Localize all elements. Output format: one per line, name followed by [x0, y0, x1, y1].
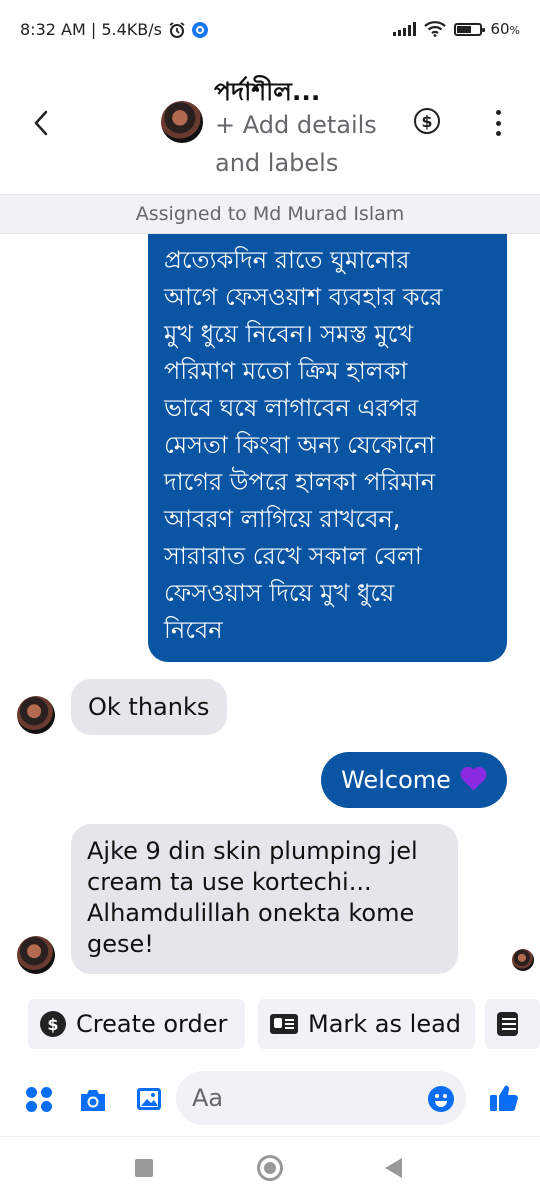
- incoming-message[interactable]: Ok thanks: [71, 679, 227, 735]
- sender-avatar[interactable]: [17, 936, 55, 974]
- mark-as-lead-button[interactable]: Mark as lead: [258, 999, 475, 1049]
- status-right: 60%: [393, 20, 520, 38]
- thumbs-up-icon[interactable]: [488, 1082, 520, 1114]
- dollar-icon: $: [421, 111, 433, 131]
- apps-icon[interactable]: [24, 1084, 54, 1114]
- add-details-link[interactable]: + Add details and labels: [215, 106, 405, 182]
- mark-as-lead-label: Mark as lead: [308, 1010, 462, 1038]
- assigned-banner: Assigned to Md Murad Islam: [0, 194, 540, 234]
- form-icon: [497, 1012, 518, 1036]
- back-button[interactable]: [26, 108, 56, 138]
- more-options-button[interactable]: [490, 110, 506, 136]
- home-button[interactable]: [257, 1155, 283, 1181]
- message-text: Ok thanks: [88, 693, 210, 721]
- purple-heart-icon: [459, 768, 487, 792]
- status-time: 8:32 AM | 5.4KB/s: [20, 20, 162, 39]
- alarm-icon: [169, 21, 185, 38]
- message-text: Welcome: [341, 766, 451, 794]
- incoming-message[interactable]: Ajke 9 din skin plumping jel cream ta us…: [71, 824, 458, 974]
- more-quick-action-button[interactable]: [485, 999, 540, 1049]
- back-arrow-icon: [34, 110, 48, 136]
- wifi-icon: [424, 21, 447, 37]
- emoji-icon[interactable]: [427, 1085, 455, 1113]
- battery-level: 60%: [490, 20, 520, 38]
- message-text: Ajke 9 din skin plumping jel cream ta us…: [87, 837, 418, 958]
- camera-icon[interactable]: [78, 1087, 108, 1113]
- battery-icon: [454, 22, 486, 36]
- status-left: 8:32 AM | 5.4KB/s: [20, 20, 208, 39]
- seen-indicator-avatar: [512, 949, 534, 971]
- create-order-button[interactable]: $ Create order: [28, 999, 245, 1049]
- outgoing-message[interactable]: প্রত্যেকদিন রাতে ঘুমানোর আগে ফেসওয়াশ ব্…: [148, 234, 507, 662]
- gallery-icon[interactable]: [135, 1085, 163, 1113]
- system-back-button[interactable]: [385, 1158, 402, 1178]
- contact-card-icon: [270, 1014, 298, 1034]
- dollar-button[interactable]: $: [414, 108, 440, 134]
- outgoing-message[interactable]: Welcome: [321, 752, 507, 808]
- message-input-placeholder: Aa: [192, 1084, 224, 1112]
- messenger-notification-icon: [191, 21, 208, 38]
- contact-avatar[interactable]: [161, 101, 203, 143]
- sender-avatar[interactable]: [17, 696, 55, 734]
- recents-button[interactable]: [135, 1159, 153, 1177]
- create-order-label: Create order: [76, 1010, 228, 1038]
- signal-icon: [393, 22, 417, 36]
- status-bar: 8:32 AM | 5.4KB/s 60%: [0, 0, 540, 62]
- message-input[interactable]: Aa: [176, 1071, 466, 1125]
- more-vertical-icon: [495, 110, 501, 115]
- dollar-circle-icon: $: [40, 1011, 66, 1037]
